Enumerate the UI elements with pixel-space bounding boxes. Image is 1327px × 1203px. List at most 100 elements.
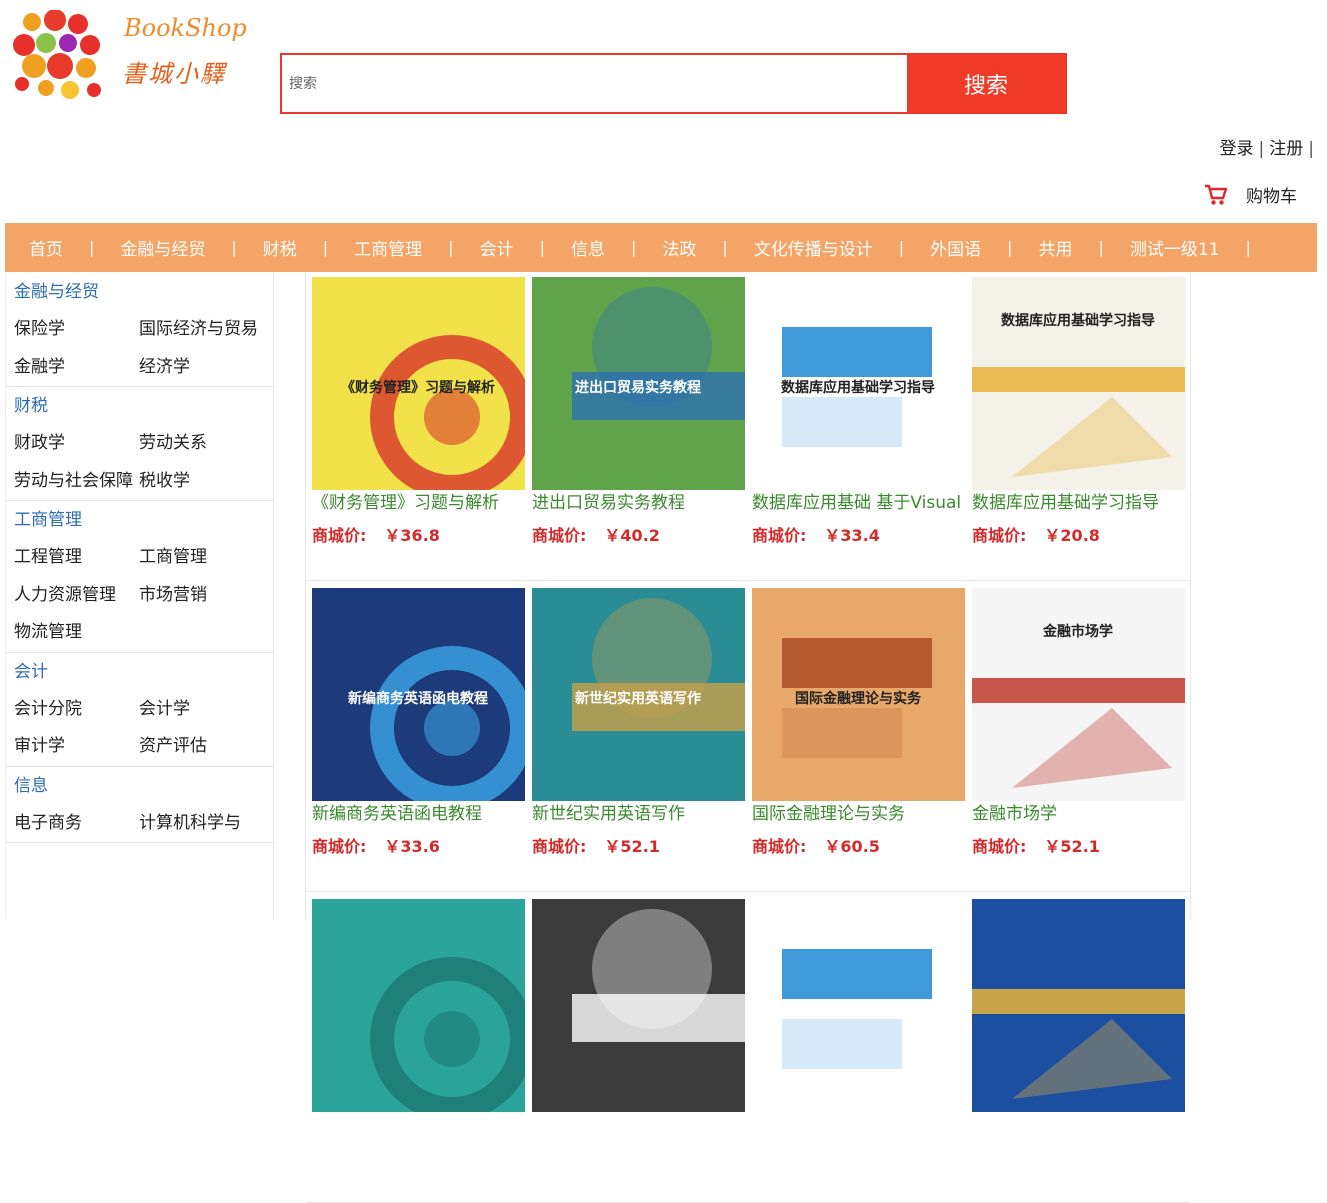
nav-item: 测试一级11 | bbox=[1130, 235, 1277, 260]
nav-separator: | bbox=[1098, 238, 1104, 257]
product-cover[interactable] bbox=[752, 899, 965, 1112]
product-cover[interactable] bbox=[532, 899, 745, 1112]
nav-separator: | bbox=[89, 238, 95, 257]
product-title[interactable]: 国际金融理论与实务 bbox=[752, 802, 965, 826]
subcategory-list: 财政学 劳动关系 劳动与社会保障 税收学 bbox=[14, 425, 273, 500]
subcategory-link[interactable]: 会计分院 bbox=[14, 691, 139, 729]
book-cover-image: 新世纪实用英语写作 bbox=[532, 588, 745, 801]
logo[interactable]: BookShop 書城小驛 bbox=[12, 10, 252, 102]
product-price: 商城价: ￥52.1 bbox=[972, 833, 1185, 857]
subcategory-link[interactable]: 人力资源管理 bbox=[14, 577, 139, 615]
product-cover[interactable] bbox=[972, 899, 1185, 1112]
product-cover[interactable]: 新世纪实用英语写作 bbox=[532, 588, 745, 801]
product-row bbox=[306, 895, 1190, 1203]
product-title[interactable]: 新世纪实用英语写作 bbox=[532, 802, 745, 826]
price-label: 商城价: bbox=[752, 837, 807, 856]
subcategory-link[interactable]: 审计学 bbox=[14, 728, 139, 766]
subcategory-link[interactable]: 保险学 bbox=[14, 311, 139, 349]
header: BookShop 書城小驛 搜索 登录|注册| 购物车 bbox=[0, 0, 1327, 222]
subcategory-link[interactable]: 劳动与社会保障 bbox=[14, 463, 139, 501]
product-title[interactable]: 新编商务英语函电教程 bbox=[312, 802, 525, 826]
book-cover-title: 《财务管理》习题与解析 bbox=[341, 379, 495, 396]
subcategory-link[interactable]: 国际经济与贸易 bbox=[139, 311, 264, 349]
nav-link[interactable]: 共用 bbox=[1039, 235, 1073, 260]
category-sidebar: 金融与经贸保险学 国际经济与贸易 金融学 经济学财税财政学 劳动关系 劳动与社会保障 税收学… bbox=[5, 273, 274, 919]
product-cover[interactable]: 数据库应用基础学习指导 bbox=[972, 277, 1185, 490]
product-cover[interactable]: 进出口贸易实务教程 bbox=[532, 277, 745, 490]
nav-separator: | bbox=[231, 238, 237, 257]
nav-link[interactable]: 信息 bbox=[571, 235, 605, 260]
product-cover[interactable]: 新编商务英语函电教程 bbox=[312, 588, 525, 801]
nav-link[interactable]: 首页 bbox=[29, 235, 63, 260]
product-card: 金融市场学 金融市场学 商城价: ￥52.1 bbox=[972, 584, 1185, 891]
search-input[interactable] bbox=[282, 55, 907, 112]
subcategory-link[interactable]: 税收学 bbox=[139, 463, 264, 501]
product-title[interactable]: 《财务管理》习题与解析 bbox=[312, 491, 525, 515]
nav-link[interactable]: 工商管理 bbox=[354, 235, 422, 260]
book-cover-title: 数据库应用基础学习指导 bbox=[781, 379, 935, 396]
product-cover[interactable]: 数据库应用基础学习指导 bbox=[752, 277, 965, 490]
subcategory-link[interactable]: 物流管理 bbox=[14, 614, 139, 652]
product-card: 进出口贸易实务教程 进出口贸易实务教程 商城价: ￥40.2 bbox=[532, 273, 745, 580]
cart-label: 购物车 bbox=[1246, 187, 1297, 207]
product-cover[interactable] bbox=[312, 899, 525, 1112]
nav-link[interactable]: 法政 bbox=[662, 235, 696, 260]
subcategory-link[interactable]: 会计学 bbox=[139, 691, 264, 729]
category-title[interactable]: 信息 bbox=[14, 773, 273, 799]
subcategory-link[interactable]: 经济学 bbox=[139, 349, 264, 387]
nav-link[interactable]: 测试一级11 bbox=[1130, 235, 1220, 260]
currency-symbol: ￥ bbox=[824, 526, 841, 545]
product-title[interactable]: 数据库应用基础 基于Visual FoxPro 9.0 bbox=[752, 491, 965, 515]
book-cover-image: 金融市场学 bbox=[972, 588, 1185, 801]
book-cover-image bbox=[752, 899, 965, 1112]
book-cover-title: 国际金融理论与实务 bbox=[795, 690, 922, 707]
register-link[interactable]: 注册 bbox=[1269, 139, 1303, 159]
subcategory-link[interactable]: 工商管理 bbox=[139, 539, 264, 577]
price-value: 52.1 bbox=[620, 837, 660, 856]
subcategory-link[interactable]: 资产评估 bbox=[139, 728, 264, 766]
nav-item: 金融与经贸 | bbox=[120, 235, 262, 260]
product-title[interactable]: 金融市场学 bbox=[972, 802, 1185, 826]
nav-link[interactable]: 会计 bbox=[480, 235, 514, 260]
subcategory-link[interactable]: 工程管理 bbox=[14, 539, 139, 577]
cart-link[interactable]: 购物车 bbox=[1204, 182, 1297, 207]
category-title[interactable]: 财税 bbox=[14, 393, 273, 419]
book-cover-title: 金融市场学 bbox=[1042, 623, 1113, 640]
product-cover[interactable]: 金融市场学 bbox=[972, 588, 1185, 801]
price-label: 商城价: bbox=[752, 526, 807, 545]
nav-link[interactable]: 财税 bbox=[263, 235, 297, 260]
subcategory-link[interactable]: 电子商务 bbox=[14, 805, 139, 843]
currency-symbol: ￥ bbox=[1044, 526, 1061, 545]
subcategory-link[interactable]: 计算机科学与 bbox=[139, 805, 264, 843]
product-card: 《财务管理》习题与解析 《财务管理》习题与解析 商城价: ￥36.8 bbox=[312, 273, 525, 580]
subcategory-link[interactable]: 金融学 bbox=[14, 349, 139, 387]
product-card bbox=[972, 895, 1185, 1202]
subcategory-link[interactable]: 劳动关系 bbox=[139, 425, 264, 463]
nav-link[interactable]: 外国语 bbox=[930, 235, 981, 260]
book-cover-title: 新世纪实用英语写作 bbox=[575, 690, 701, 707]
nav-link[interactable]: 金融与经贸 bbox=[120, 235, 205, 260]
product-price: 商城价: ￥60.5 bbox=[752, 833, 965, 857]
category-title[interactable]: 会计 bbox=[14, 659, 273, 685]
product-cover[interactable]: 《财务管理》习题与解析 bbox=[312, 277, 525, 490]
product-card bbox=[312, 895, 525, 1202]
category-title[interactable]: 金融与经贸 bbox=[14, 279, 273, 305]
brand-name-en: BookShop bbox=[124, 14, 247, 42]
search-button[interactable]: 搜索 bbox=[907, 55, 1065, 112]
login-link[interactable]: 登录 bbox=[1220, 139, 1254, 159]
subcategory-link[interactable]: 财政学 bbox=[14, 425, 139, 463]
nav-link[interactable]: 文化传播与设计 bbox=[754, 235, 873, 260]
currency-symbol: ￥ bbox=[384, 837, 401, 856]
brand-name-cn: 書城小驛 bbox=[122, 60, 226, 88]
product-cover[interactable]: 国际金融理论与实务 bbox=[752, 588, 965, 801]
category-group: 工商管理 工程管理 工商管理 人力资源管理 市场营销 物流管理 bbox=[6, 501, 273, 653]
category-title[interactable]: 工商管理 bbox=[14, 507, 273, 533]
price-value: 36.8 bbox=[400, 526, 440, 545]
product-title[interactable]: 数据库应用基础学习指导 bbox=[972, 491, 1185, 515]
subcategory-link[interactable]: 市场营销 bbox=[139, 577, 264, 615]
product-title[interactable]: 进出口贸易实务教程 bbox=[532, 491, 745, 515]
book-cover-image bbox=[532, 899, 745, 1112]
price-value: 52.1 bbox=[1060, 837, 1100, 856]
nav-separator: | bbox=[1007, 238, 1013, 257]
category-group: 会计会计分院 会计学 审计学 资产评估 bbox=[6, 653, 273, 767]
